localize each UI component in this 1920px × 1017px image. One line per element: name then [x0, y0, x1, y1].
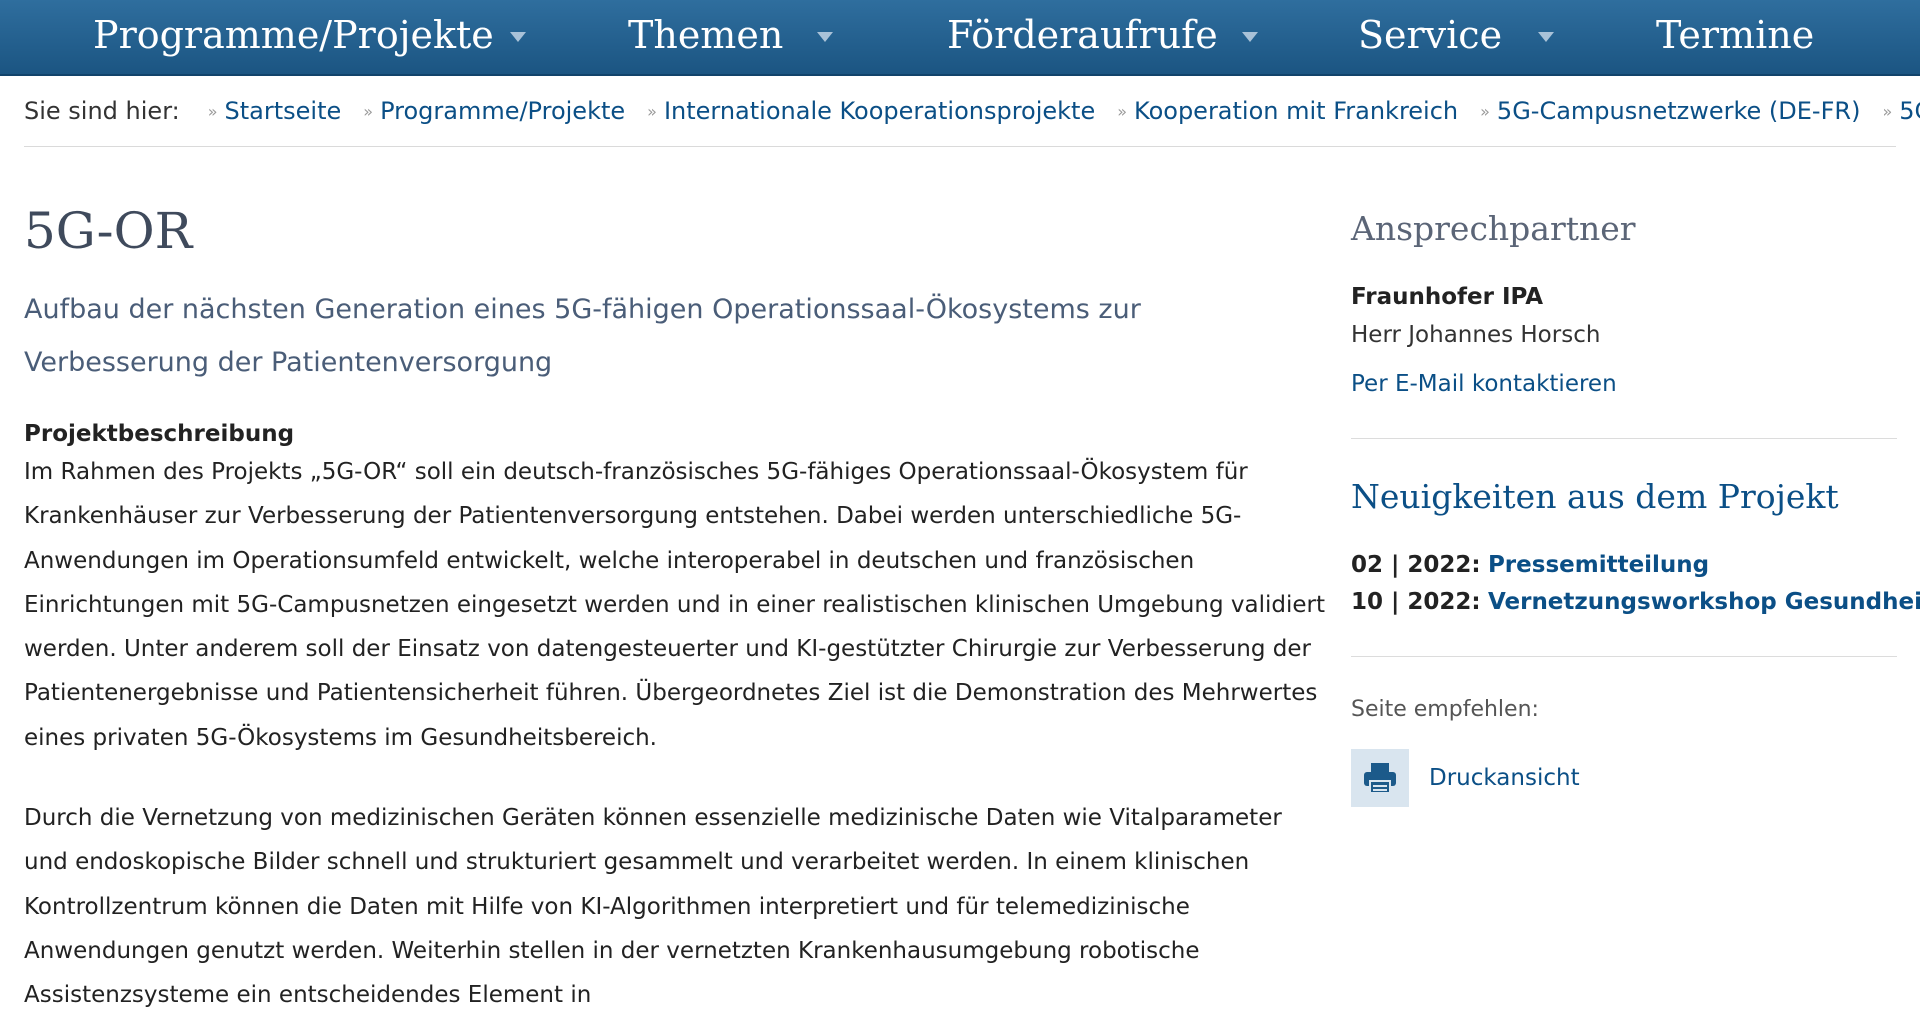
section-heading: Projektbeschreibung: [24, 421, 295, 447]
breadcrumb-link-programme[interactable]: Programme/Projekte: [380, 97, 625, 125]
breadcrumb-link-startseite[interactable]: Startseite: [225, 97, 342, 125]
news-item: 10 | 2022: Vernetzungsworkshop Gesundhei…: [1351, 589, 1920, 615]
news-item: 02 | 2022: Pressemitteilung: [1351, 552, 1709, 578]
news-link-pressemitteilung[interactable]: Pressemitteilung: [1488, 552, 1709, 578]
contact-title: Ansprechpartner: [1351, 209, 1636, 248]
breadcrumb-link-campusnetzwerke[interactable]: 5G-Campusnetzwerke (DE-FR): [1497, 97, 1861, 125]
contact-person: Herr Johannes Horsch: [1351, 322, 1601, 348]
contact-organization: Fraunhofer IPA: [1351, 284, 1544, 310]
main-navigation: Programme/Projekte Themen Förderaufrufe …: [0, 0, 1920, 76]
nav-item-label: Programme/Projekte: [93, 13, 494, 57]
double-chevron-icon: »: [1882, 101, 1892, 121]
email-contact-link[interactable]: Per E-Mail kontaktieren: [1351, 371, 1617, 397]
breadcrumb-item: » 5G-OR: [1882, 97, 1920, 125]
caret-down-icon: [1538, 32, 1555, 42]
breadcrumb-link-current[interactable]: 5G-OR: [1899, 97, 1920, 125]
nav-item-foerderaufrufe[interactable]: Förderaufrufe: [947, 0, 1258, 70]
printer-icon: [1351, 749, 1409, 807]
recommend-label: Seite empfehlen:: [1351, 697, 1539, 722]
nav-item-programme-projekte[interactable]: Programme/Projekte: [93, 0, 526, 70]
double-chevron-icon: »: [363, 101, 373, 121]
double-chevron-icon: »: [1480, 101, 1490, 121]
page-subtitle: Aufbau der nächsten Generation eines 5G-…: [24, 294, 1141, 378]
news-date: 02 | 2022:: [1351, 552, 1481, 578]
caret-down-icon: [509, 32, 526, 42]
nav-item-label: Themen: [628, 13, 784, 57]
breadcrumb-item: » Internationale Kooperationsprojekte: [647, 97, 1095, 125]
description-paragraph: Im Rahmen des Projekts „5G-OR“ soll ein …: [24, 459, 1325, 751]
divider: [1351, 656, 1897, 657]
nav-item-label: Förderaufrufe: [947, 13, 1218, 57]
breadcrumb-item: » 5G-Campusnetzwerke (DE-FR): [1480, 97, 1860, 125]
breadcrumb-label: Sie sind hier:: [24, 97, 180, 125]
nav-item-termine[interactable]: Termine: [1656, 0, 1814, 70]
nav-item-themen[interactable]: Themen: [628, 0, 834, 70]
caret-down-icon: [817, 32, 834, 42]
print-view-label: Druckansicht: [1429, 765, 1580, 791]
breadcrumb-link-international[interactable]: Internationale Kooperationsprojekte: [664, 97, 1095, 125]
news-title: Neuigkeiten aus dem Projekt: [1351, 477, 1839, 516]
double-chevron-icon: »: [1117, 101, 1127, 121]
nav-item-label: Service: [1358, 13, 1503, 57]
breadcrumb-item: » Kooperation mit Frankreich: [1117, 97, 1458, 125]
breadcrumb: Sie sind hier: » Startseite » Programme/…: [24, 76, 1920, 147]
print-view-button[interactable]: Druckansicht: [1351, 749, 1580, 807]
news-date: 10 | 2022:: [1351, 589, 1481, 615]
double-chevron-icon: »: [207, 101, 218, 121]
nav-item-service[interactable]: Service: [1358, 0, 1555, 70]
divider: [1351, 438, 1897, 439]
breadcrumb-item: » Programme/Projekte: [363, 97, 625, 125]
double-chevron-icon: »: [647, 101, 657, 121]
breadcrumb-item: » Startseite: [208, 97, 342, 125]
caret-down-icon: [1241, 32, 1258, 42]
news-link-workshop[interactable]: Vernetzungsworkshop Gesundheit: [1488, 589, 1920, 615]
nav-item-label: Termine: [1656, 13, 1815, 57]
description-paragraph: Durch die Vernetzung von medizinischen G…: [24, 805, 1282, 1009]
page-title: 5G-OR: [24, 202, 193, 260]
breadcrumb-link-frankreich[interactable]: Kooperation mit Frankreich: [1134, 97, 1458, 125]
